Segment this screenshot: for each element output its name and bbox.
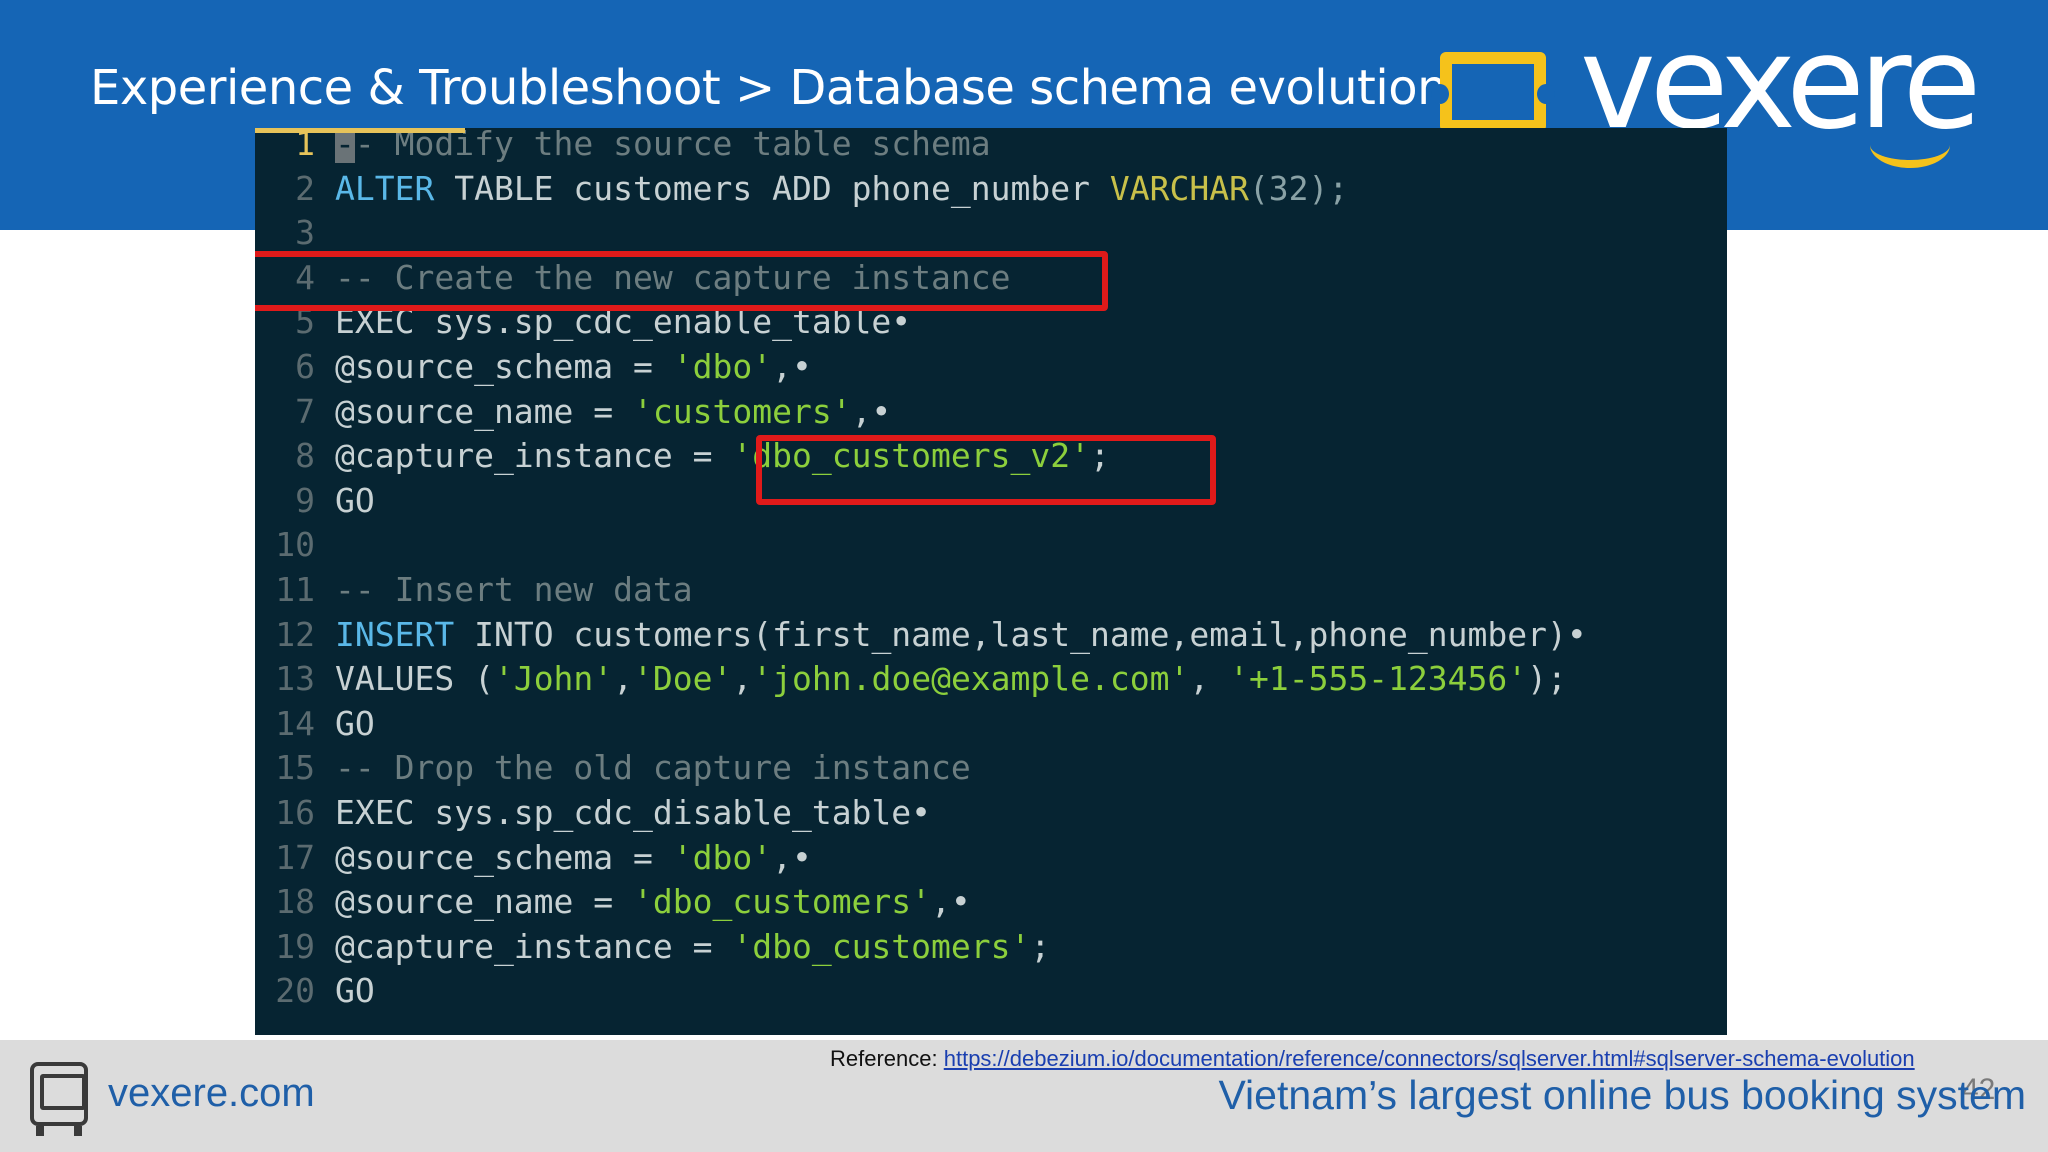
- code-token: '+1-555-123456': [1229, 659, 1528, 699]
- code-line: 14 GO: [255, 702, 1727, 746]
- code-line: 1 -- Modify the source table schema: [255, 128, 1727, 166]
- logo-smile-icon: [1870, 122, 1950, 168]
- code-token: -- Insert new data: [335, 570, 693, 609]
- code-token: ,•: [772, 347, 812, 386]
- reference-label: Reference:: [830, 1046, 944, 1071]
- code-token: @source_schema =: [335, 347, 673, 386]
- line-number: 13: [275, 659, 315, 699]
- line-number: 9: [295, 480, 315, 520]
- line-number: 15: [275, 748, 315, 788]
- bus-icon: [30, 1062, 88, 1136]
- line-number: 14: [275, 703, 315, 743]
- code-token: 'dbo': [672, 347, 773, 386]
- line-number: 3: [295, 213, 315, 253]
- code-line: 18 @source_name = 'dbo_customers',•: [255, 880, 1727, 924]
- code-token: VALUES (: [335, 659, 494, 699]
- code-line: 20 GO: [255, 969, 1727, 1013]
- line-number: 11: [275, 570, 315, 609]
- code-token: @source_name =: [335, 391, 634, 431]
- code-line: 12 INSERT INTO customers(first_name,last_…: [255, 613, 1727, 657]
- code-token: ,•: [772, 837, 812, 877]
- line-number: 2: [295, 168, 315, 208]
- slide-title: Experience & Troubleshoot > Database sch…: [90, 60, 1448, 116]
- code-token: VARCHAR: [1109, 168, 1249, 208]
- code-line: 15 -- Drop the old capture instance: [255, 746, 1727, 790]
- code-token: ;: [1030, 926, 1051, 966]
- code-token: 'customers': [633, 391, 852, 431]
- highlight-box-capture-instance: [756, 435, 1216, 505]
- line-number: 6: [295, 347, 315, 386]
- line-number: 17: [275, 837, 315, 877]
- code-token: ALTER: [335, 168, 435, 208]
- highlight-box-capture-comment: [255, 251, 1108, 311]
- code-line: 3: [255, 211, 1727, 255]
- line-number: 19: [275, 926, 315, 966]
- line-number: 16: [275, 793, 315, 832]
- code-line: 19 @capture_instance = 'dbo_customers';: [255, 925, 1727, 969]
- line-number: 8: [295, 436, 315, 476]
- code-token: ,: [1189, 659, 1230, 699]
- site-name: vexere.com: [108, 1071, 315, 1115]
- code-line: 10: [255, 523, 1727, 567]
- line-number: 18: [275, 882, 315, 922]
- code-token: @source_schema =: [335, 837, 673, 877]
- code-token: @capture_instance =: [335, 436, 733, 476]
- code-line: 17 @source_schema = 'dbo',•: [255, 836, 1727, 880]
- code-token: ,•: [931, 882, 971, 922]
- code-token: -- Drop the old capture instance: [335, 748, 971, 788]
- code-line: 6 @source_schema = 'dbo',•: [255, 345, 1727, 389]
- code-token: EXEC sys.sp_cdc_disable_table: [335, 793, 912, 832]
- line-number: 7: [295, 391, 315, 431]
- code-token: •: [911, 793, 932, 832]
- code-line: 13 VALUES ('John','Doe','john.doe@example…: [255, 657, 1727, 701]
- line-number: 12: [275, 614, 315, 654]
- code-token: INTO customers(first_name,last_name,emai…: [454, 614, 1567, 654]
- code-token: INSERT: [335, 614, 455, 654]
- code-line: 2 ALTER TABLE customers ADD phone_number …: [255, 167, 1727, 211]
- code-token: @source_name =: [335, 882, 634, 922]
- code-token: 'dbo': [672, 837, 773, 877]
- code-token: - Modify the source table schema: [354, 128, 991, 163]
- tagline: Vietnam’s largest online bus booking sys…: [1218, 1072, 2026, 1118]
- code-token: TABLE customers ADD phone_number: [434, 168, 1110, 208]
- code-token: 'Doe': [633, 659, 733, 699]
- line-number: 1: [295, 128, 315, 163]
- line-number: 20: [275, 971, 315, 1011]
- reference: Reference: https://debezium.io/documenta…: [830, 1046, 1915, 1072]
- code-editor-screenshot: 20 GO 19 @capture_instance = 'dbo_customers…: [255, 128, 1727, 1035]
- code-token: GO: [335, 971, 375, 1011]
- code-line: 16 EXEC sys.sp_cdc_disable_table•: [255, 791, 1727, 835]
- code-token: GO: [335, 480, 375, 520]
- code-token: (32);: [1248, 168, 1349, 208]
- code-token: );: [1527, 659, 1567, 699]
- code-token: 'John': [493, 659, 614, 699]
- code-token: ,: [613, 659, 634, 699]
- line-number: 10: [275, 525, 315, 565]
- code-line: 7 @source_name = 'customers',•: [255, 390, 1727, 434]
- ticket-logo-icon: [1431, 52, 1555, 132]
- code-token: -: [335, 128, 355, 163]
- code-token: ,•: [851, 391, 892, 431]
- code-token: 'john.doe@example.com': [752, 659, 1190, 699]
- current-line-indicator: [255, 128, 465, 133]
- code-token: •: [1566, 614, 1587, 654]
- code-token: @capture_instance =: [335, 926, 733, 966]
- code-token: 'dbo_customers': [732, 926, 1031, 966]
- code-token: 'dbo_customers': [633, 882, 932, 922]
- code-token: GO: [335, 703, 375, 743]
- reference-link[interactable]: https://debezium.io/documentation/refere…: [944, 1046, 1915, 1071]
- code-line: 11 -- Insert new data: [255, 568, 1727, 612]
- code-token: ,: [732, 659, 753, 699]
